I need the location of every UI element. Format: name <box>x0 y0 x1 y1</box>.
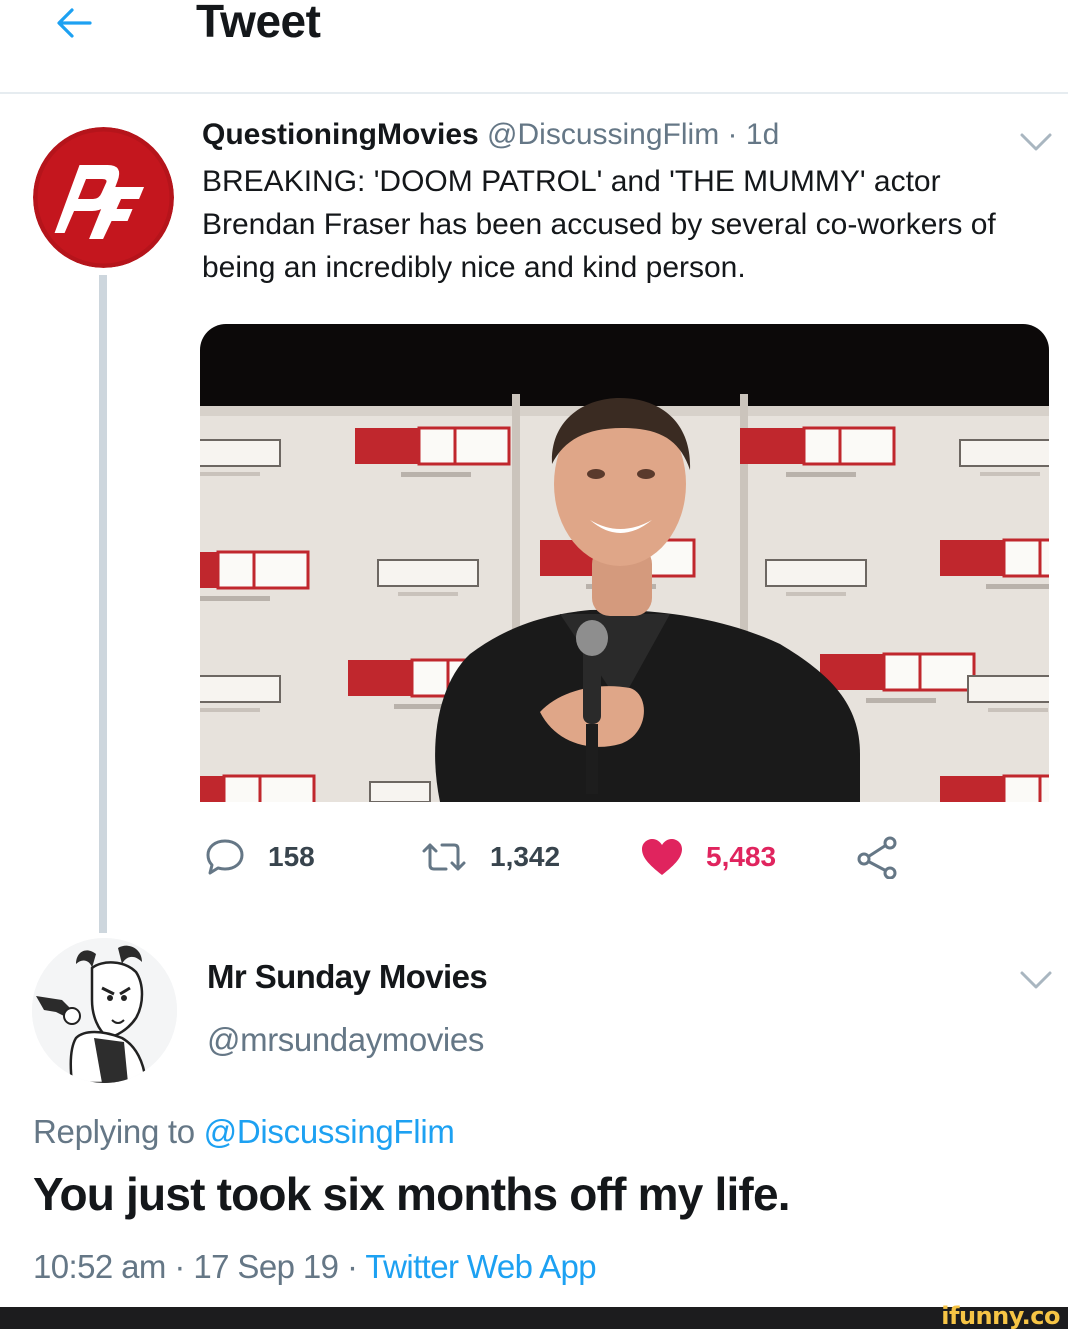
tweet-metadata: 10:52 am · 17 Sep 19 · Twitter Web App <box>33 1248 597 1286</box>
tweet-actions-bar: 158 1,342 5,483 <box>200 830 920 884</box>
more-options-button[interactable] <box>1016 128 1056 156</box>
retweet-button[interactable]: 1,342 <box>420 830 560 884</box>
thread-line <box>99 275 107 933</box>
reply-button[interactable]: 158 <box>204 830 315 884</box>
page-title: Tweet <box>196 0 321 47</box>
share-button[interactable] <box>856 830 900 884</box>
like-button[interactable]: 5,483 <box>640 830 776 884</box>
arrow-left-icon <box>57 8 92 38</box>
reply-tweet-text: You just took six months off my life. <box>33 1168 791 1220</box>
tweet-time[interactable]: 1d <box>746 118 779 151</box>
separator-dot: · <box>347 1248 358 1285</box>
tweet-header: QuestioningMovies @DiscussingFlim · 1d <box>202 118 779 152</box>
tweet-source-app[interactable]: Twitter Web App <box>365 1248 596 1285</box>
ifunny-watermark: ifunny.co <box>941 1302 1060 1329</box>
replying-to-mention[interactable]: @DiscussingFlim <box>204 1113 455 1150</box>
tweet-media-image[interactable] <box>200 324 1049 802</box>
reply-count: 158 <box>268 841 315 872</box>
photo-brendan-fraser <box>200 324 1049 802</box>
chevron-down-icon <box>1020 133 1052 151</box>
share-icon <box>857 836 897 879</box>
replying-to-line: Replying to @DiscussingFlim <box>33 1113 455 1151</box>
comment-bubble-icon <box>206 839 244 875</box>
retweet-count: 1,342 <box>490 841 561 872</box>
df-logo-icon <box>33 127 174 268</box>
watermark-bar <box>0 1307 1068 1329</box>
heart-filled-icon <box>642 839 682 875</box>
separator-dot: · <box>174 1248 185 1285</box>
goat-avatar-icon <box>32 938 177 1083</box>
avatar-questioningmovies[interactable] <box>33 127 174 268</box>
tweet-timestamp[interactable]: 10:52 am <box>33 1248 166 1285</box>
reply-display-name[interactable]: Mr Sunday Movies <box>207 958 488 996</box>
user-handle[interactable]: @DiscussingFlim <box>487 118 719 151</box>
chevron-down-icon <box>1020 971 1052 989</box>
reply-user-handle[interactable]: @mrsundaymovies <box>207 1021 484 1059</box>
tweet-text: BREAKING: 'DOOM PATROL' and 'THE MUMMY' … <box>202 165 996 284</box>
replying-to-label: Replying to <box>33 1113 195 1150</box>
tweet-date[interactable]: 17 Sep 19 <box>193 1248 339 1285</box>
display-name[interactable]: QuestioningMovies <box>202 118 479 151</box>
separator-dot: · <box>727 118 738 151</box>
like-count: 5,483 <box>706 841 777 872</box>
retweet-icon <box>422 843 466 871</box>
back-button[interactable] <box>48 0 100 46</box>
avatar-mrsundaymovies[interactable] <box>32 938 177 1083</box>
header-bar: Tweet <box>0 0 1068 94</box>
reply-more-options-button[interactable] <box>1016 966 1056 994</box>
